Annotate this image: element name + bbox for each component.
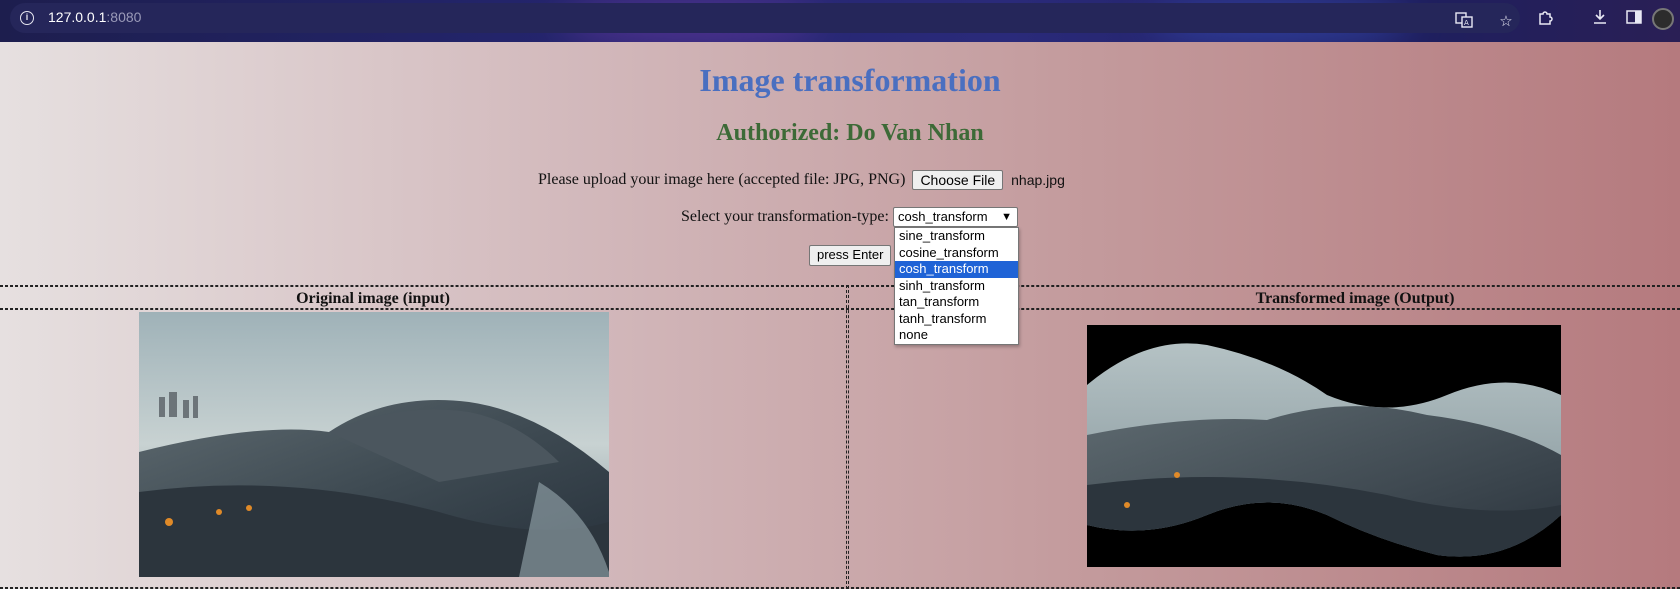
dropdown-option[interactable]: cosh_transform [895,261,1018,278]
table-border [0,308,1680,310]
page-body: Image transformation Authorized: Do Van … [0,42,1680,589]
dropdown-option[interactable]: cosine_transform [895,245,1018,262]
transformation-select[interactable]: cosh_transform ▼ [893,207,1018,227]
select-value: cosh_transform [898,209,988,224]
extensions-icon[interactable] [1536,8,1556,28]
page-title: Image transformation [699,62,1001,98]
table-divider [846,285,849,589]
profile-avatar[interactable] [1652,8,1674,30]
upload-row: Please upload your image here (accepted … [538,170,1065,192]
download-icon[interactable] [1590,8,1610,28]
dropdown-option[interactable]: sine_transform [895,228,1018,245]
star-icon[interactable]: ☆ [1496,11,1516,31]
upload-label: Please upload your image here (accepted … [538,171,906,188]
original-image [139,312,609,577]
author-heading: Authorized: Do Van Nhan [716,120,984,146]
transformed-image [1087,325,1561,567]
transformation-dropdown[interactable]: sine_transform cosine_transform cosh_trans… [894,227,1019,345]
dropdown-option[interactable]: sinh_transform [895,278,1018,295]
file-name: nhap.jpg [1011,172,1065,188]
press-enter-button[interactable]: press Enter [809,245,892,266]
dropdown-option[interactable]: tan_transform [895,294,1018,311]
translate-icon[interactable]: A [1454,11,1474,31]
choose-file-button[interactable]: Choose File [912,170,1004,190]
address-bar[interactable]: i 127.0.0.1:8080 A ☆ [10,3,1520,33]
svg-text:A: A [1464,19,1469,27]
dropdown-option[interactable]: none [895,327,1018,344]
dropdown-option[interactable]: tanh_transform [895,311,1018,328]
chevron-down-icon: ▼ [1001,211,1012,223]
col-header-input: Original image (input) [296,290,450,307]
url-text[interactable]: 127.0.0.1:8080 [48,9,141,25]
select-label: Select your transformation-type: [681,208,889,225]
info-icon[interactable]: i [20,11,34,25]
browser-toolbar: i 127.0.0.1:8080 A ☆ [0,0,1680,42]
sidebar-icon[interactable] [1624,8,1644,28]
table-border [0,285,1680,287]
